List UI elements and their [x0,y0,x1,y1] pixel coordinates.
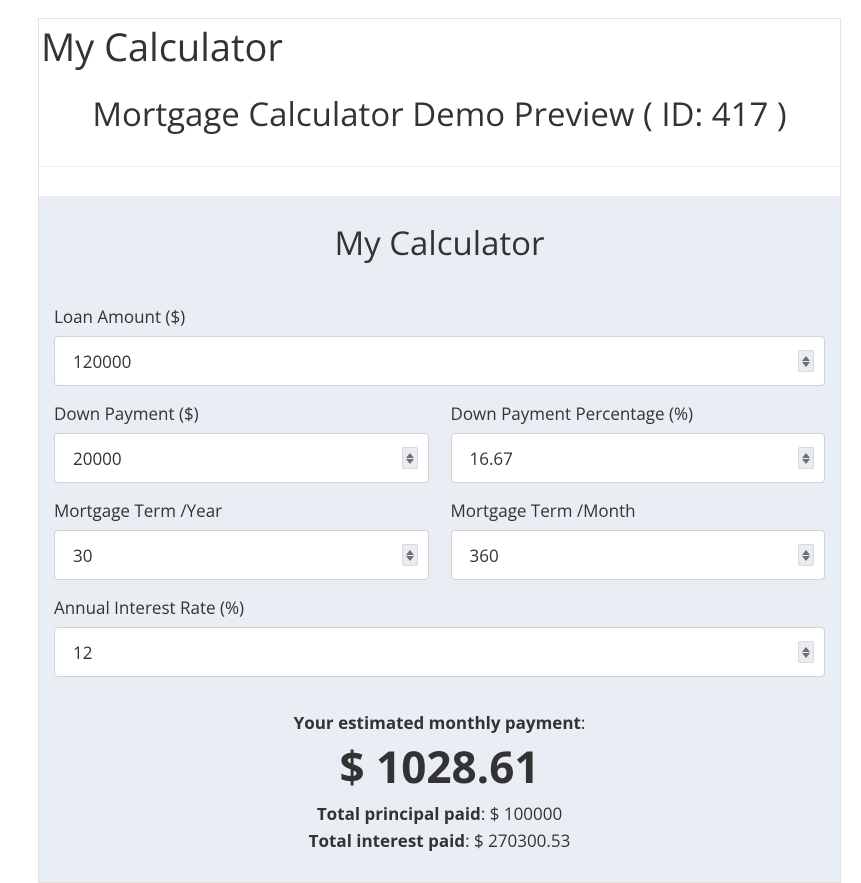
term-month-input[interactable] [470,544,807,567]
down-payment-field: Down Payment ($) [54,402,429,483]
header-block: My Calculator Mortgage Calculator Demo P… [39,19,840,166]
interest-rate-input[interactable] [73,641,806,664]
down-payment-pct-field: Down Payment Percentage (%) [451,402,826,483]
spinner-icon[interactable] [798,641,814,663]
calculator-title: My Calculator [54,220,825,265]
spinner-icon[interactable] [798,544,814,566]
down-payment-pct-input-wrap[interactable] [451,433,826,483]
term-year-field: Mortgage Term /Year [54,499,429,580]
monthly-payment-label-bold: Your estimated monthly payment [294,711,581,734]
spinner-icon[interactable] [402,447,418,469]
calculator-panel: My Calculator Loan Amount ($) Down Payme… [39,196,840,882]
term-year-input-wrap[interactable] [54,530,429,580]
monthly-payment-label: Your estimated monthly payment: [54,711,825,734]
spinner-icon[interactable] [798,350,814,372]
loan-amount-input[interactable] [73,350,806,373]
result-block: Your estimated monthly payment: $ 1028.6… [54,711,825,852]
total-interest-label: Total interest paid [309,829,465,852]
monthly-payment-amount: $ 1028.61 [54,736,825,796]
down-payment-label: Down Payment ($) [54,402,429,425]
monthly-payment-label-colon: : [581,711,585,734]
page-subtitle: Mortgage Calculator Demo Preview ( ID: 4… [39,91,840,136]
term-year-input[interactable] [73,544,410,567]
term-year-label: Mortgage Term /Year [54,499,429,522]
total-principal-line: Total principal paid: $ 100000 [54,802,825,825]
spinner-icon[interactable] [402,544,418,566]
loan-amount-input-wrap[interactable] [54,336,825,386]
total-interest-value: : $ 270300.53 [465,829,570,852]
term-month-label: Mortgage Term /Month [451,499,826,522]
calculator-container: My Calculator Mortgage Calculator Demo P… [38,18,841,883]
down-payment-pct-label: Down Payment Percentage (%) [451,402,826,425]
down-payment-pct-input[interactable] [470,447,807,470]
loan-amount-label: Loan Amount ($) [54,305,825,328]
separator [39,166,840,196]
down-payment-input[interactable] [73,447,410,470]
total-principal-value: : $ 100000 [481,802,562,825]
term-month-field: Mortgage Term /Month [451,499,826,580]
page-title: My Calculator [39,19,840,73]
interest-rate-field: Annual Interest Rate (%) [54,596,825,677]
spinner-icon[interactable] [798,447,814,469]
interest-rate-input-wrap[interactable] [54,627,825,677]
term-month-input-wrap[interactable] [451,530,826,580]
total-interest-line: Total interest paid: $ 270300.53 [54,829,825,852]
interest-rate-label: Annual Interest Rate (%) [54,596,825,619]
loan-amount-field: Loan Amount ($) [54,305,825,386]
down-payment-input-wrap[interactable] [54,433,429,483]
total-principal-label: Total principal paid [317,802,481,825]
